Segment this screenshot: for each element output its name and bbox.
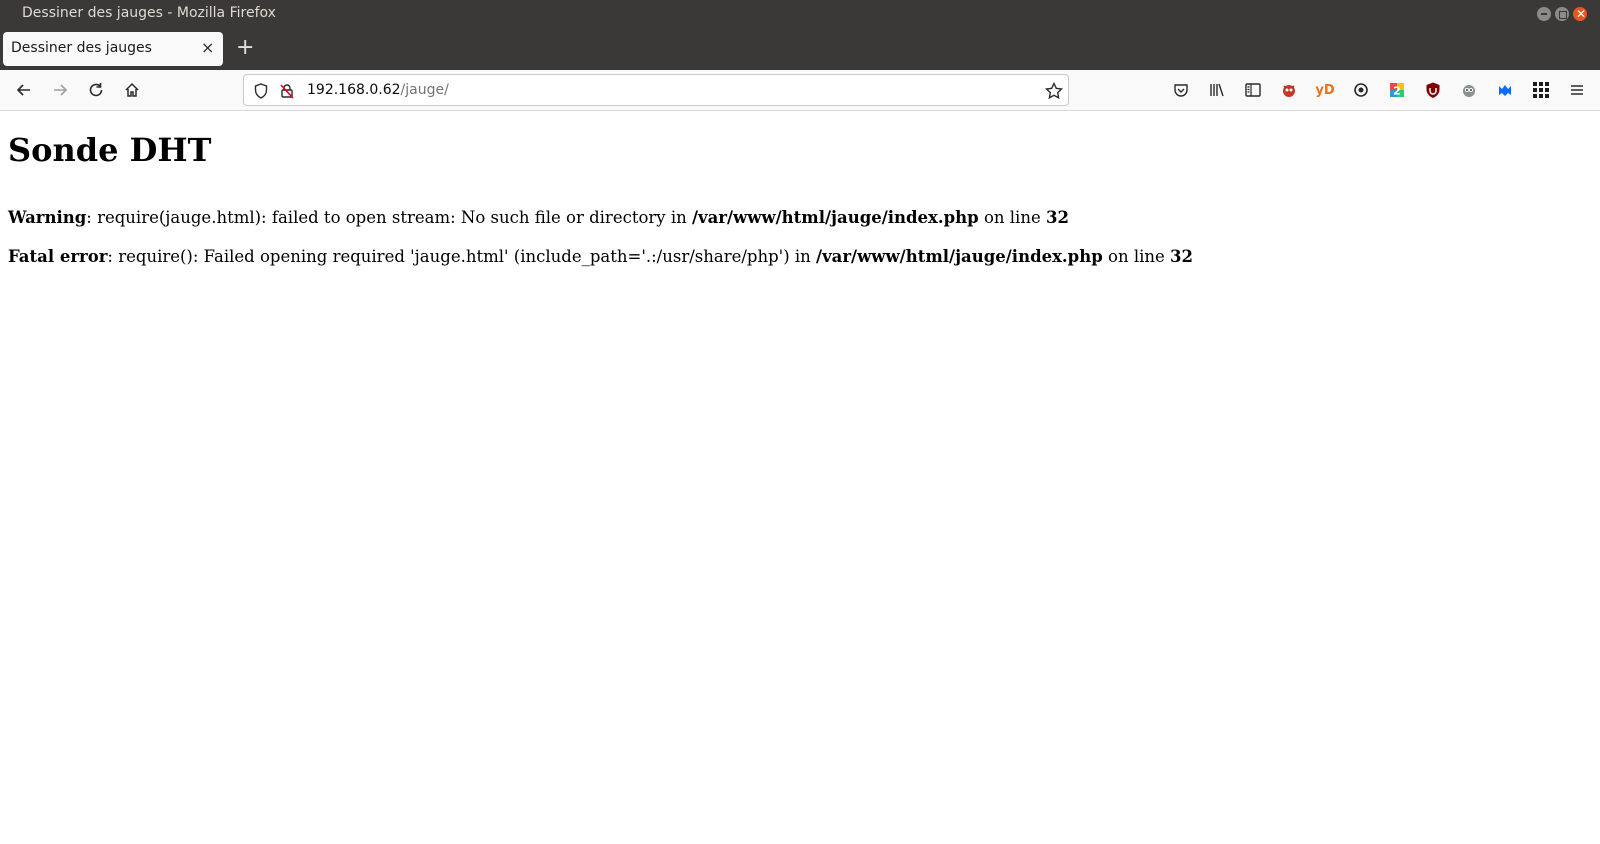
warning-file: /var/www/html/jauge/index.php <box>692 208 979 227</box>
fatal-file: /var/www/html/jauge/index.php <box>816 247 1103 266</box>
tab-close-icon[interactable]: × <box>201 38 214 58</box>
extension-mascot-button[interactable] <box>1278 79 1300 101</box>
insecure-lock-icon[interactable] <box>278 82 296 100</box>
warning-message: : require(jauge.html): failed to open st… <box>86 208 692 227</box>
badge-2-label: 2 <box>1393 85 1401 98</box>
sidebar-button[interactable] <box>1242 79 1264 101</box>
warning-label: Warning <box>8 208 87 227</box>
arrow-right-icon <box>54 84 68 96</box>
ublock-button[interactable] <box>1422 79 1444 101</box>
fatal-message: : require(): Failed opening required 'ja… <box>107 247 817 266</box>
apps-grid-button[interactable] <box>1530 79 1552 101</box>
close-window-button[interactable]: ✕ <box>1573 7 1587 21</box>
page-heading: Sonde DHT <box>8 131 212 169</box>
home-icon <box>125 82 139 97</box>
reload-icon <box>89 83 103 97</box>
circle-sync-icon <box>1354 83 1368 97</box>
tab-label: Dessiner des jauges <box>11 40 152 56</box>
php-fatal-error: Fatal error: require(): Failed opening r… <box>8 247 1193 266</box>
reload-button[interactable] <box>84 78 108 102</box>
ydict-extension-button[interactable]: yD <box>1314 79 1336 101</box>
close-icon: ✕ <box>1576 7 1587 21</box>
warning-on-line: on line <box>978 208 1046 227</box>
fatal-on-line: on line <box>1102 247 1171 266</box>
sync-extension-button[interactable] <box>1350 79 1372 101</box>
bookmark-star-icon[interactable] <box>1044 81 1064 101</box>
address-bar[interactable]: 192.168.0.62/jauge/ <box>243 74 1069 106</box>
home-button[interactable] <box>120 78 144 102</box>
sidebar-icon <box>1245 83 1261 97</box>
malwarebytes-button[interactable] <box>1494 79 1516 101</box>
php-warning: Warning: require(jauge.html): failed to … <box>8 208 1069 227</box>
warning-line-number: 32 <box>1045 208 1069 227</box>
grid-icon <box>1533 82 1549 98</box>
badge-2-extension-button[interactable]: 2 <box>1386 79 1408 101</box>
url-host: 192.168.0.62 <box>307 82 401 98</box>
new-tab-button[interactable]: + <box>236 36 254 60</box>
ydict-label: yD <box>1315 82 1335 98</box>
owl-icon <box>1463 85 1475 97</box>
back-button[interactable] <box>12 78 36 102</box>
minimize-button[interactable] <box>1537 7 1551 21</box>
forward-button[interactable] <box>48 78 72 102</box>
library-button[interactable] <box>1206 79 1228 101</box>
arrow-left-icon <box>16 84 30 96</box>
tab-strip: Dessiner des jauges × + <box>0 28 1600 70</box>
nav-toolbar: 192.168.0.62/jauge/ yD 2 <box>0 70 1600 111</box>
m-logo-icon <box>1499 85 1511 96</box>
url-path: /jauge/ <box>400 82 449 98</box>
fatal-line-number: 32 <box>1170 247 1193 266</box>
shield-icon[interactable] <box>252 82 270 100</box>
hamburger-menu-icon <box>1571 85 1583 95</box>
window-titlebar: Dessiner des jauges - Mozilla Firefox ✕ <box>0 0 1600 28</box>
library-icon <box>1210 83 1224 97</box>
page-content: Sonde DHT Warning: require(jauge.html): … <box>0 111 1600 844</box>
colorful-badge-icon: 2 <box>1390 83 1404 98</box>
fatal-label: Fatal error <box>8 247 108 266</box>
mascot-extension-icon <box>1283 85 1295 97</box>
url-text[interactable]: 192.168.0.62/jauge/ <box>307 82 449 98</box>
pocket-button[interactable] <box>1170 79 1192 101</box>
menu-button[interactable] <box>1566 79 1588 101</box>
maximize-button[interactable] <box>1555 7 1569 21</box>
pocket-icon <box>1174 84 1188 97</box>
tab-dessiner-des-jauges[interactable]: Dessiner des jauges × <box>3 32 223 66</box>
window-title: Dessiner des jauges - Mozilla Firefox <box>22 5 276 21</box>
owl-extension-button[interactable] <box>1458 79 1480 101</box>
ublock-shield-icon <box>1426 82 1440 98</box>
